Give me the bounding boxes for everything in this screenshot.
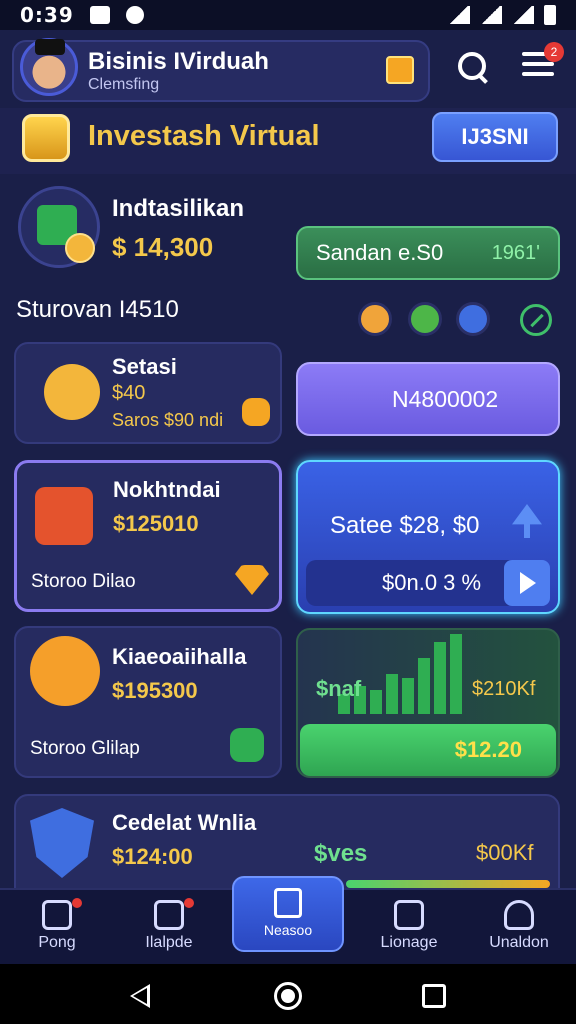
card-chart: $ves $00Kf	[296, 796, 560, 888]
edit-icon[interactable]	[520, 304, 552, 336]
rate-text: Satee $28, $0	[330, 512, 480, 539]
filter-chip-blue[interactable]	[456, 302, 490, 336]
system-nav-bar	[0, 964, 576, 1024]
user-icon	[504, 900, 534, 930]
nav-badge	[184, 898, 194, 908]
card-subtitle: Saros $90 ndi	[112, 410, 224, 430]
chart-bar	[418, 658, 430, 714]
status-bar: 0:39	[0, 0, 576, 30]
chart-bar	[370, 690, 382, 714]
chart-bar	[434, 642, 446, 714]
document-icon	[274, 888, 302, 918]
filter-chip-orange[interactable]	[358, 302, 392, 336]
growth-value-button[interactable]: $12.20	[300, 724, 556, 776]
card-subtitle: Storoo Dilao	[31, 571, 136, 592]
nav-label: Unaldon	[489, 934, 549, 951]
standard-button[interactable]: Sandan e.S0 1961'	[296, 226, 560, 280]
nav-label: Lionage	[380, 934, 438, 951]
app-title: Bisinis IVirduah	[88, 48, 269, 75]
search-icon[interactable]	[456, 50, 490, 84]
card-title: Setasi	[112, 354, 177, 379]
avatar[interactable]	[20, 38, 78, 96]
edit-doc-icon	[394, 900, 424, 930]
growth-right-label: $210Kf	[472, 678, 536, 700]
balance-label: Indtasilikan	[112, 195, 245, 222]
card-title: Kiaeoaiihalla	[112, 644, 247, 669]
nav-item-active[interactable]: Neasoo	[232, 876, 344, 952]
filter-chip-green[interactable]	[408, 302, 442, 336]
profile-header[interactable]: Bisinis IVirduah Clemsfing	[12, 38, 430, 102]
nav-item-profile[interactable]: Unaldon	[464, 890, 574, 966]
nav-label: Ilalpde	[145, 934, 193, 951]
nav-item-list[interactable]: Ilalpde	[114, 890, 224, 966]
coin-icon	[44, 364, 100, 420]
subheading: Sturovan I4510	[16, 296, 179, 323]
growth-panel[interactable]: $naf $210Kf $12.20	[296, 628, 560, 778]
card-value: $195300	[112, 678, 198, 703]
card-action-button[interactable]: N4800002	[296, 362, 560, 436]
nav-label: Neasoo	[263, 922, 313, 938]
section-title: Investash Virtual	[88, 120, 320, 152]
status-time: 0:39	[20, 3, 74, 27]
box-icon-small	[230, 728, 264, 762]
card-value: $125010	[113, 511, 199, 536]
back-icon[interactable]	[130, 984, 150, 1008]
investment-card[interactable]: Kiaeoaiihalla $195300 Storoo Glilap	[14, 626, 282, 778]
home-button-icon[interactable]	[274, 982, 302, 1010]
battery-icon	[544, 5, 556, 25]
card-subtitle: Storoo Glilap	[30, 738, 140, 759]
rate-panel[interactable]: Satee $28, $0 $0n.0 3 %	[296, 460, 560, 614]
home-icon	[42, 900, 72, 930]
standard-value: 1961'	[491, 241, 540, 264]
box-icon	[35, 487, 93, 545]
chart-bar	[386, 674, 398, 714]
nav-label: Pong	[38, 934, 76, 951]
mail-icon	[89, 6, 110, 24]
signal-icon-2	[512, 6, 534, 24]
card-title: Nokhtndai	[113, 477, 221, 502]
nav-item-home[interactable]: Pong	[2, 890, 112, 966]
recents-icon[interactable]	[422, 984, 446, 1008]
coins-icon	[22, 114, 70, 162]
wifi-icon	[448, 6, 470, 24]
chart-bar	[450, 634, 462, 714]
app-subtitle: Clemsfing	[88, 76, 160, 93]
play-button[interactable]	[504, 560, 550, 606]
nav-item-manage[interactable]: Lionage	[354, 890, 464, 966]
shield-icon	[30, 808, 94, 878]
nav-badge	[72, 898, 82, 908]
section-tab-button[interactable]: IJ3SNI	[432, 112, 558, 162]
progress-bar	[346, 880, 550, 888]
cube-icon	[242, 398, 270, 426]
coin-stack-icon	[30, 636, 100, 706]
chart-left-label: $ves	[314, 840, 368, 867]
card-title: Cedelat Wnlia	[112, 810, 257, 835]
chart-bar	[402, 678, 414, 714]
investment-card[interactable]: Nokhtndai $125010 Storoo Dilao	[14, 460, 282, 612]
gem-icon	[235, 565, 269, 595]
app-notification-icon	[125, 6, 144, 24]
signal-icon	[480, 6, 502, 24]
card-value: $40	[112, 382, 146, 404]
gift-icon[interactable]	[386, 56, 414, 84]
growth-left-label: $naf	[316, 676, 362, 701]
balance-value: $ 14,300	[112, 232, 214, 262]
list-icon	[154, 900, 184, 930]
card-value: $124:00	[112, 844, 193, 869]
standard-label: Sandan e.S0	[316, 240, 444, 265]
investment-card[interactable]: Setasi $40 Saros $90 ndi	[14, 342, 282, 444]
arrow-up-icon	[512, 504, 542, 538]
chart-right-label: $00Kf	[476, 840, 534, 865]
notification-badge: 2	[544, 42, 564, 62]
money-icon	[18, 186, 100, 268]
